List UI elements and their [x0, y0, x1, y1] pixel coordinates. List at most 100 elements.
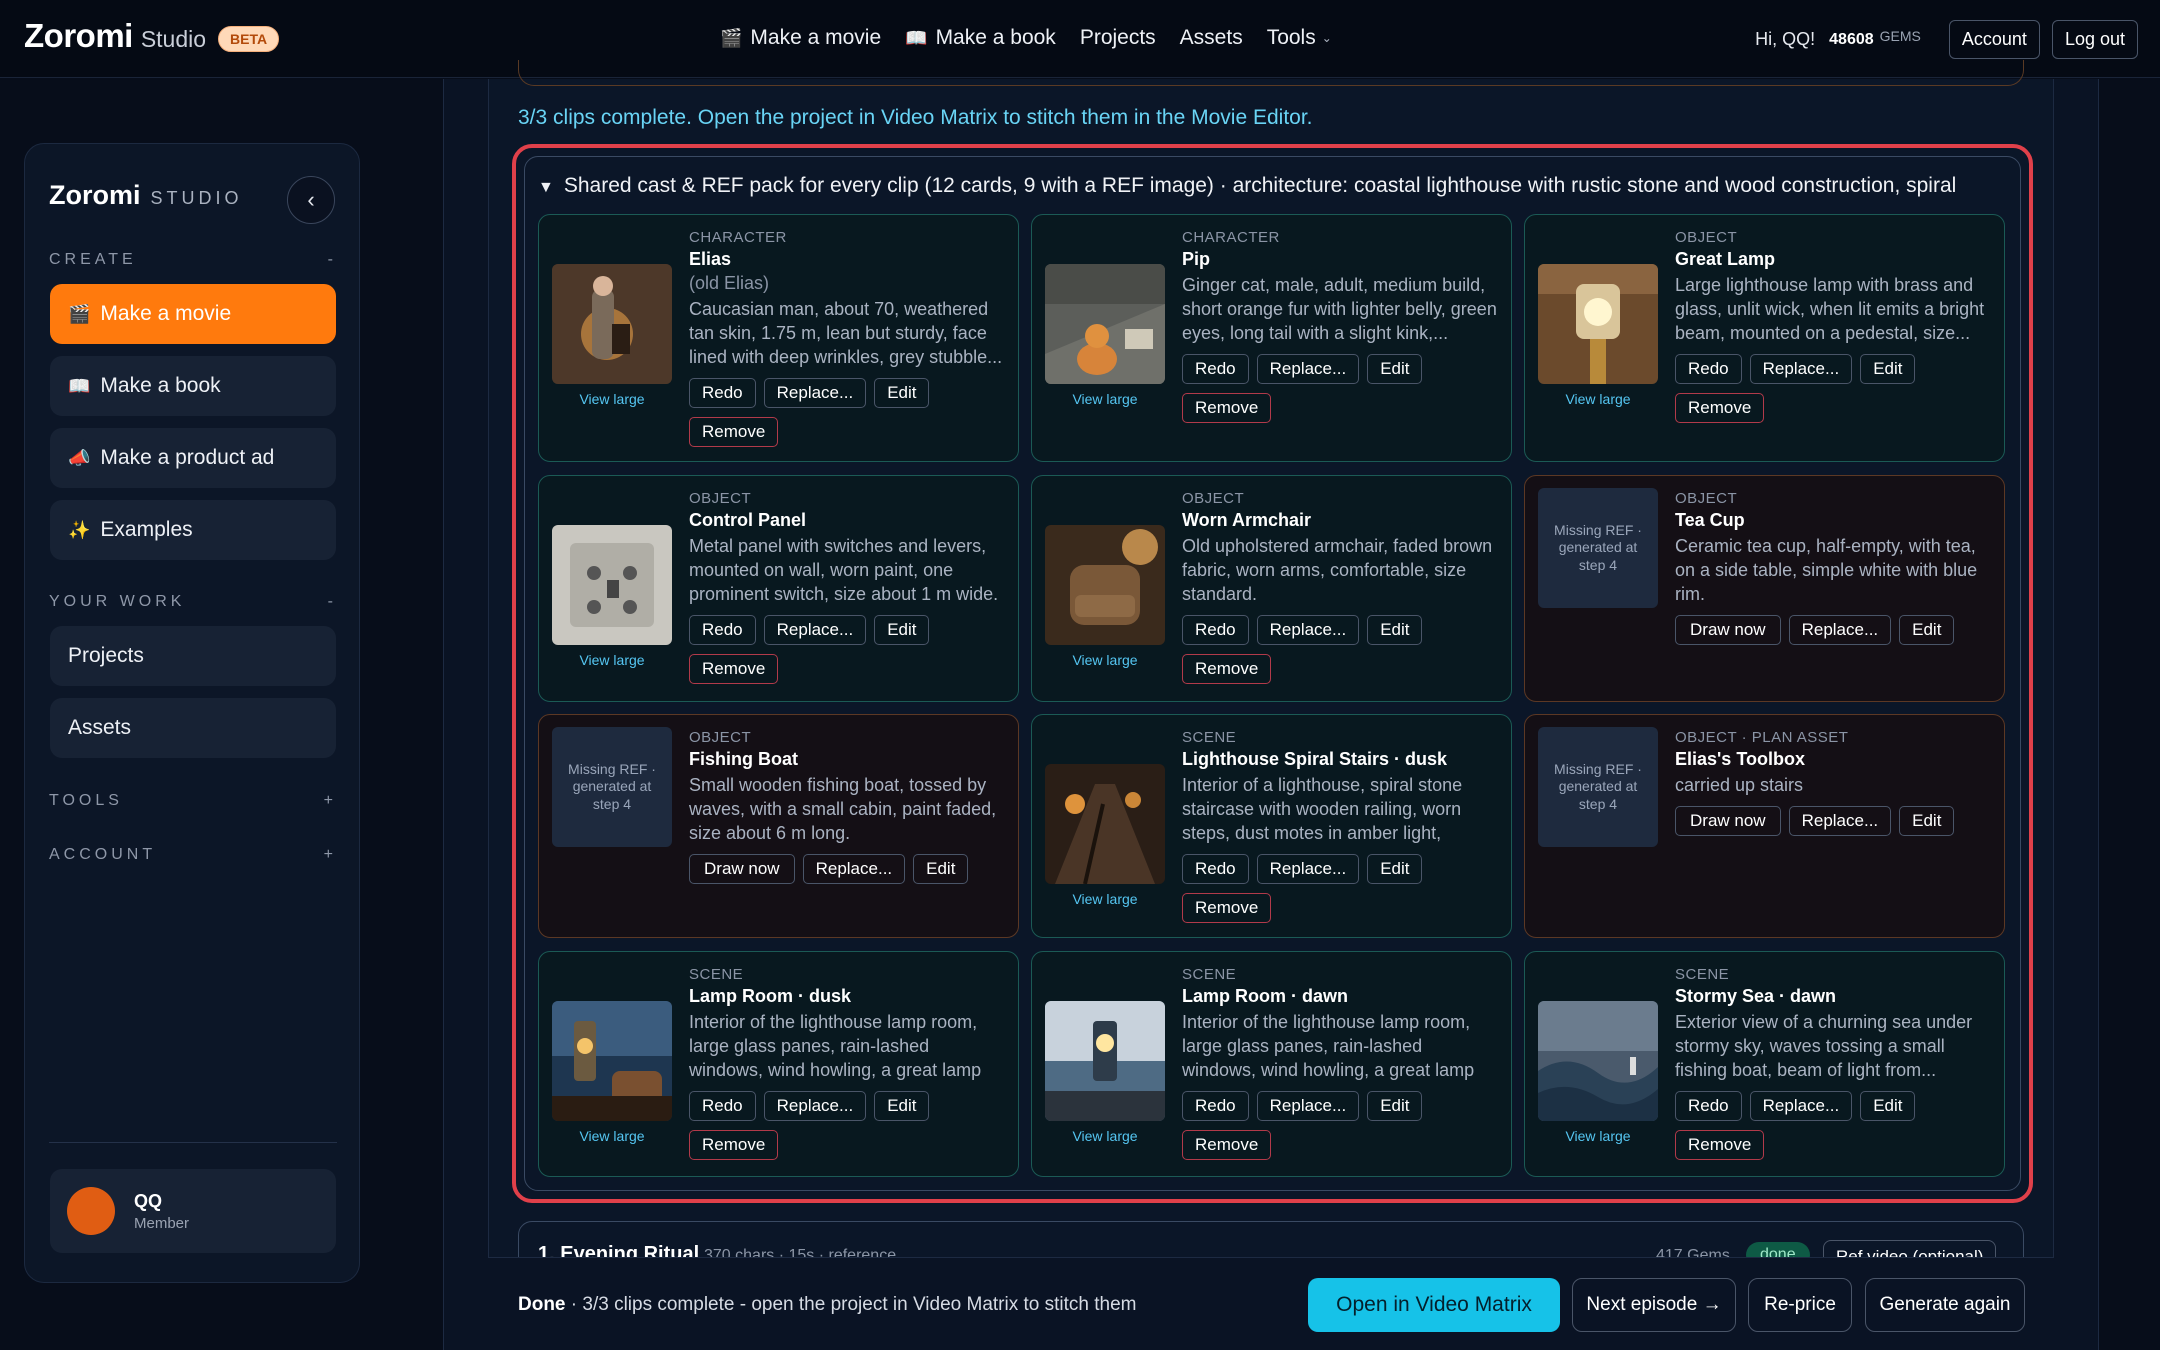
replace-button[interactable]: Replace... [1256, 615, 1360, 645]
replace-button[interactable]: Replace... [1749, 1091, 1853, 1121]
next-episode-button[interactable]: Next episode → [1572, 1278, 1736, 1332]
view-large-link[interactable]: View large [552, 391, 672, 407]
ref-thumbnail[interactable] [1045, 264, 1165, 384]
section-account[interactable]: ACCOUNT + [49, 846, 337, 864]
remove-button[interactable]: Remove [689, 417, 779, 447]
section-your-work[interactable]: YOUR WORK - [49, 593, 337, 611]
view-large-link[interactable]: View large [1045, 652, 1165, 668]
nav-tools[interactable]: Tools ⌄ [1267, 26, 1332, 50]
redo-button[interactable]: Redo [689, 378, 756, 408]
generate-again-button[interactable]: Generate again [1865, 1278, 2025, 1332]
remove-button[interactable]: Remove [689, 1130, 779, 1160]
redo-button[interactable]: Redo [1675, 354, 1742, 384]
card-type: OBJECT [1675, 229, 1738, 246]
replace-button[interactable]: Replace... [1788, 806, 1892, 836]
remove-button[interactable]: Remove [1675, 393, 1765, 423]
redo-button[interactable]: Redo [1675, 1091, 1742, 1121]
section-tools[interactable]: TOOLS + [49, 792, 337, 810]
ref-thumbnail[interactable] [1045, 1001, 1165, 1121]
previous-card-edge [518, 60, 2024, 86]
remove-button[interactable]: Remove [689, 654, 779, 684]
replace-button[interactable]: Replace... [763, 615, 867, 645]
edit-button[interactable]: Edit [874, 1091, 930, 1121]
replace-button[interactable]: Replace... [1256, 1091, 1360, 1121]
edit-button[interactable]: Edit [1367, 354, 1423, 384]
draw-now-button[interactable]: Draw now [1675, 806, 1781, 836]
sidebar-item-label: Make a movie [100, 302, 232, 325]
ref-thumbnail[interactable] [1045, 764, 1165, 884]
nav-make-a-movie[interactable]: 🎬 Make a movie [720, 26, 881, 50]
missing-ref-placeholder: Missing REF · generated at step 4 [552, 727, 672, 847]
remove-button[interactable]: Remove [1182, 393, 1272, 423]
replace-button[interactable]: Replace... [1749, 354, 1853, 384]
edit-button[interactable]: Edit [1860, 1091, 1916, 1121]
edit-button[interactable]: Edit [1899, 615, 1955, 645]
redo-button[interactable]: Redo [1182, 615, 1249, 645]
ref-thumbnail[interactable] [1045, 525, 1165, 645]
replace-button[interactable]: Replace... [763, 1091, 867, 1121]
sidebar-item-make-a-book[interactable]: 📖 Make a book [50, 356, 336, 416]
edit-button[interactable]: Edit [913, 854, 969, 884]
remove-button[interactable]: Remove [1182, 654, 1272, 684]
edit-button[interactable]: Edit [1860, 354, 1916, 384]
redo-button[interactable]: Redo [1182, 1091, 1249, 1121]
ref-thumbnail[interactable] [1538, 1001, 1658, 1121]
view-large-link[interactable]: View large [552, 1128, 672, 1144]
ref-thumbnail[interactable] [552, 525, 672, 645]
redo-button[interactable]: Redo [1182, 354, 1249, 384]
section-toggle: + [323, 792, 337, 809]
edit-button[interactable]: Edit [1367, 615, 1423, 645]
ref-pack-summary[interactable]: ▼ Shared cast & REF pack for every clip (… [538, 174, 1956, 198]
re-price-button[interactable]: Re-price [1748, 1278, 1852, 1332]
view-large-link[interactable]: View large [1538, 1128, 1658, 1144]
sidebar-item-make-a-product-ad[interactable]: 📣 Make a product ad [50, 428, 336, 488]
view-large-link[interactable]: View large [1045, 391, 1165, 407]
sidebar-item-make-a-movie[interactable]: 🎬 Make a movie [50, 284, 336, 344]
nav-assets[interactable]: Assets [1180, 26, 1243, 50]
sidebar-item-examples[interactable]: ✨ Examples [50, 500, 336, 560]
section-toggle: - [327, 251, 337, 268]
draw-now-button[interactable]: Draw now [689, 854, 795, 884]
edit-button[interactable]: Edit [874, 378, 930, 408]
replace-button[interactable]: Replace... [802, 854, 906, 884]
open-in-video-matrix-button[interactable]: Open in Video Matrix [1308, 1278, 1560, 1332]
card-name: Worn Armchair [1182, 510, 1312, 530]
view-large-link[interactable]: View large [1045, 891, 1165, 907]
card-name: Lighthouse Spiral Stairs · dusk [1182, 749, 1448, 769]
redo-button[interactable]: Redo [689, 615, 756, 645]
ref-thumbnail[interactable] [552, 1001, 672, 1121]
view-large-link[interactable]: View large [1045, 1128, 1165, 1144]
ref-thumbnail[interactable] [552, 264, 672, 384]
edit-button[interactable]: Edit [1899, 806, 1955, 836]
replace-button[interactable]: Replace... [1788, 615, 1892, 645]
remove-button[interactable]: Remove [1675, 1130, 1765, 1160]
ref-thumbnail[interactable] [1538, 264, 1658, 384]
edit-button[interactable]: Edit [874, 615, 930, 645]
collapse-sidebar-button[interactable]: ‹ [287, 176, 335, 224]
user-card[interactable]: QQ Member [50, 1169, 336, 1253]
card-actions: Redo Replace... Edit [1182, 354, 1499, 384]
remove-button[interactable]: Remove [1182, 1130, 1272, 1160]
draw-now-button[interactable]: Draw now [1675, 615, 1781, 645]
redo-button[interactable]: Redo [689, 1091, 756, 1121]
replace-button[interactable]: Replace... [1256, 854, 1360, 884]
account-button[interactable]: Account [1948, 20, 2040, 59]
card-actions: Draw now Replace... Edit [1675, 806, 1992, 836]
brand-logo[interactable]: Zoromi Studio BETA [24, 17, 280, 55]
view-large-link[interactable]: View large [1538, 391, 1658, 407]
sidebar-item-projects[interactable]: Projects [50, 626, 336, 686]
edit-button[interactable]: Edit [1367, 854, 1423, 884]
card-body: OBJECT Tea Cup Ceramic tea cup, half-empty… [1675, 490, 1992, 645]
view-large-link[interactable]: View large [552, 652, 672, 668]
logout-button[interactable]: Log out [2051, 20, 2138, 59]
replace-button[interactable]: Replace... [763, 378, 867, 408]
nav-projects[interactable]: Projects [1080, 26, 1156, 50]
card-description: Ceramic tea cup, half-empty, with tea, o… [1675, 536, 1978, 604]
edit-button[interactable]: Edit [1367, 1091, 1423, 1121]
nav-make-a-book[interactable]: 📖 Make a book [905, 26, 1056, 50]
redo-button[interactable]: Redo [1182, 854, 1249, 884]
section-create[interactable]: CREATE - [49, 251, 337, 269]
sidebar-item-assets[interactable]: Assets [50, 698, 336, 758]
replace-button[interactable]: Replace... [1256, 354, 1360, 384]
remove-button[interactable]: Remove [1182, 893, 1272, 923]
